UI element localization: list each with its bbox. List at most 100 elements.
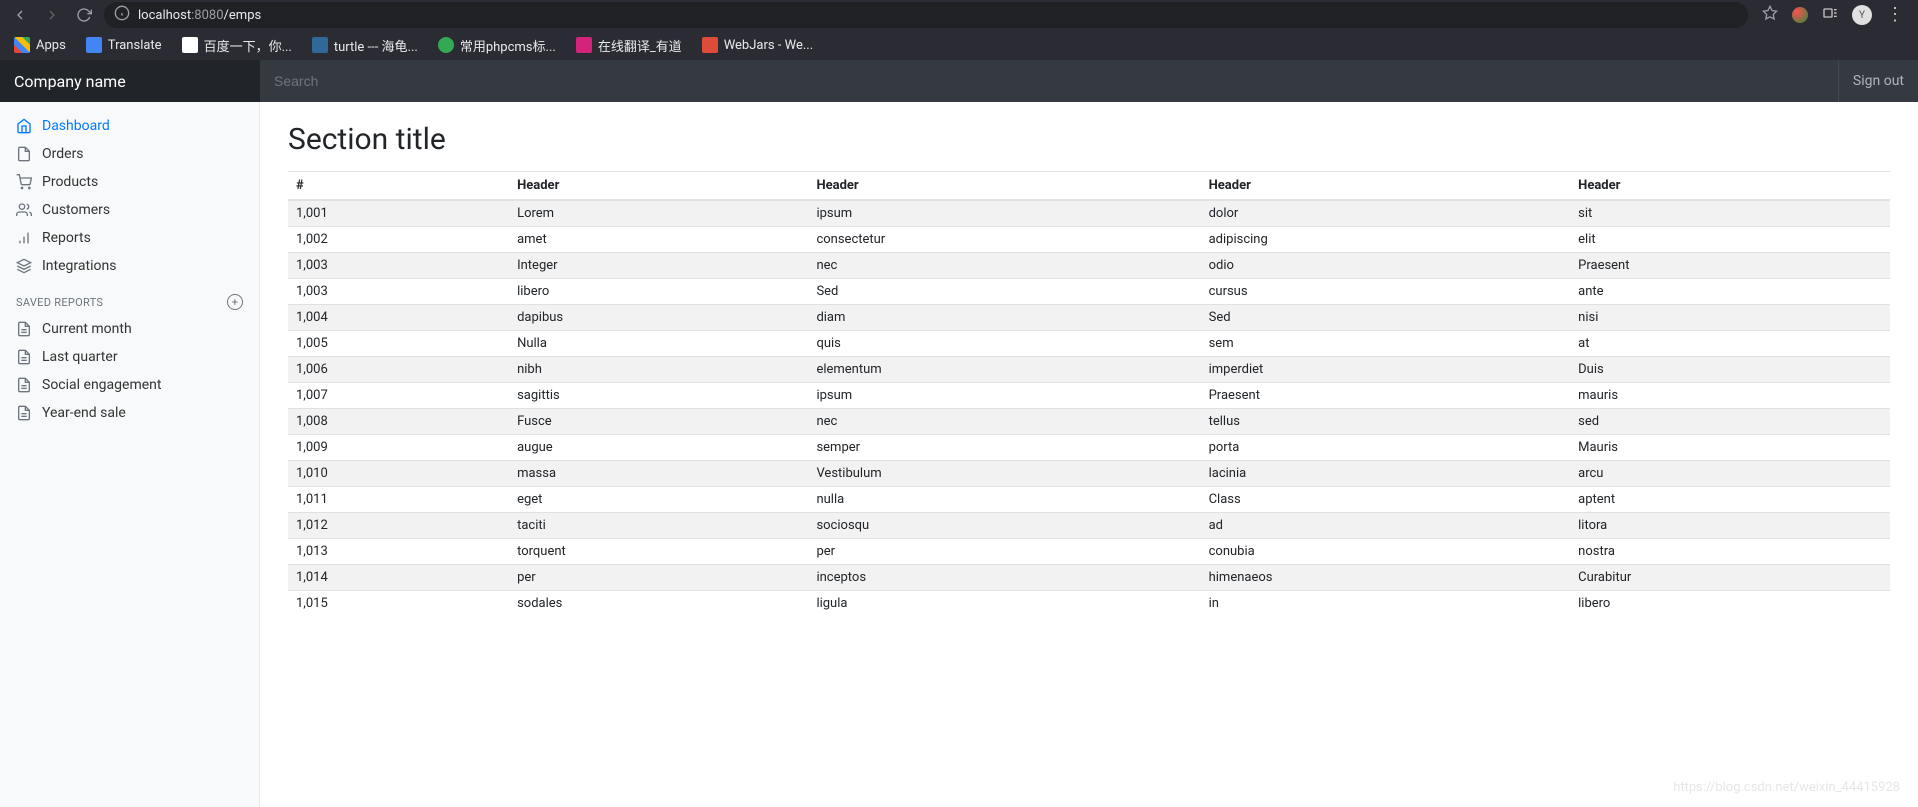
sidebar-item-integrations[interactable]: Integrations — [0, 252, 259, 280]
app: Company name Sign out Dashboard OrdersPro… — [0, 60, 1918, 807]
table-cell: arcu — [1570, 461, 1890, 487]
sidebar-item-dashboard[interactable]: Dashboard — [0, 112, 259, 140]
profile-avatar[interactable]: Y — [1852, 5, 1872, 25]
table-cell: nec — [808, 409, 1200, 435]
table-cell: conubia — [1201, 539, 1571, 565]
table-cell: ipsum — [808, 200, 1200, 227]
sidebar-item-customers[interactable]: Customers — [0, 196, 259, 224]
table-cell: ante — [1570, 279, 1890, 305]
reload-button[interactable] — [72, 3, 96, 27]
bookmark-item[interactable]: Apps — [8, 34, 72, 56]
table-cell: tellus — [1201, 409, 1571, 435]
sidebar-item-label: Dashboard — [42, 118, 110, 134]
table-cell: 1,010 — [288, 461, 509, 487]
table-cell: taciti — [509, 513, 808, 539]
table-row: 1,008Fuscenectellussed — [288, 409, 1890, 435]
table-cell: Sed — [808, 279, 1200, 305]
table-cell: massa — [509, 461, 808, 487]
table-cell: 1,002 — [288, 227, 509, 253]
bookmark-item[interactable]: WebJars - We... — [696, 34, 819, 56]
table-cell: libero — [1570, 591, 1890, 617]
table-cell: nec — [808, 253, 1200, 279]
forward-button[interactable] — [40, 3, 64, 27]
table-cell: dolor — [1201, 200, 1571, 227]
plus-circle-icon[interactable]: + — [227, 294, 243, 310]
home-icon — [16, 118, 32, 134]
main-wrap: Dashboard OrdersProductsCustomers Reports I… — [0, 102, 1918, 807]
table-cell: sed — [1570, 409, 1890, 435]
table-cell: per — [509, 565, 808, 591]
table-cell: 1,007 — [288, 383, 509, 409]
sidebar-item-label: Reports — [42, 230, 91, 246]
bookmark-item[interactable]: 百度一下，你... — [176, 33, 298, 58]
table-cell: 1,008 — [288, 409, 509, 435]
table-cell: Praesent — [1570, 253, 1890, 279]
data-table: #HeaderHeaderHeaderHeader 1,001Loremipsu… — [288, 171, 1890, 616]
table-cell: adipiscing — [1201, 227, 1571, 253]
sidebar-item-reports[interactable]: Reports — [0, 224, 259, 252]
table-cell: ad — [1201, 513, 1571, 539]
star-icon[interactable] — [1762, 5, 1778, 25]
url-path: /emps — [224, 8, 262, 23]
media-icon[interactable] — [1822, 5, 1838, 25]
section-title: Section title — [288, 122, 1890, 157]
table-cell: per — [808, 539, 1200, 565]
saved-report-label: Social engagement — [42, 377, 161, 393]
table-cell: eget — [509, 487, 808, 513]
saved-report-label: Last quarter — [42, 349, 118, 365]
favicon-icon — [438, 37, 454, 53]
saved-reports-label: SAVED REPORTS — [16, 296, 103, 309]
table-cell: elit — [1570, 227, 1890, 253]
table-header: Header — [1201, 172, 1571, 201]
table-cell: 1,009 — [288, 435, 509, 461]
bookmark-item[interactable]: Translate — [80, 34, 168, 56]
table-cell: amet — [509, 227, 808, 253]
sidebar-item-label: Integrations — [42, 258, 116, 274]
cart-icon — [16, 174, 32, 190]
bookmark-item[interactable]: 在线翻译_有道 — [570, 33, 688, 58]
bookmark-item[interactable]: turtle --- 海龟... — [306, 33, 424, 58]
table-cell: 1,004 — [288, 305, 509, 331]
bookmark-label: 在线翻译_有道 — [598, 36, 682, 55]
brand[interactable]: Company name — [0, 60, 260, 102]
table-cell: diam — [808, 305, 1200, 331]
table-cell: 1,012 — [288, 513, 509, 539]
layers-icon — [16, 258, 32, 274]
back-button[interactable] — [8, 3, 32, 27]
signout-link[interactable]: Sign out — [1838, 60, 1918, 102]
table-cell: Praesent — [1201, 383, 1571, 409]
table-cell: augue — [509, 435, 808, 461]
bookmark-label: WebJars - We... — [724, 38, 813, 53]
table-cell: dapibus — [509, 305, 808, 331]
sidebar-item-orders[interactable]: Orders — [0, 140, 259, 168]
sidebar-item-products[interactable]: Products — [0, 168, 259, 196]
table-cell: nostra — [1570, 539, 1890, 565]
table-header: Header — [509, 172, 808, 201]
browser-chrome: localhost:8080/emps Y ⋮ Apps Translate 百度一… — [0, 0, 1918, 60]
table-row: 1,001Loremipsumdolorsit — [288, 200, 1890, 227]
table-cell: 1,001 — [288, 200, 509, 227]
url-bar[interactable]: localhost:8080/emps — [104, 2, 1748, 28]
favicon-icon — [86, 37, 102, 53]
table-row: 1,011egetnullaClassaptent — [288, 487, 1890, 513]
menu-icon[interactable]: ⋮ — [1886, 6, 1904, 24]
users-icon — [16, 202, 32, 218]
bookmark-label: Apps — [36, 38, 66, 53]
search-input[interactable] — [260, 60, 1838, 102]
saved-report-item[interactable]: Social engagement — [0, 371, 259, 399]
table-cell: sociosqu — [808, 513, 1200, 539]
saved-report-item[interactable]: Last quarter — [0, 343, 259, 371]
bookmark-label: 常用phpcms标... — [460, 36, 556, 55]
table-cell: Mauris — [1570, 435, 1890, 461]
table-cell: 1,011 — [288, 487, 509, 513]
table-cell: cursus — [1201, 279, 1571, 305]
table-cell: Nulla — [509, 331, 808, 357]
saved-report-item[interactable]: Current month — [0, 315, 259, 343]
table-row: 1,014perinceptoshimenaeosCurabitur — [288, 565, 1890, 591]
extension-icon[interactable] — [1792, 7, 1808, 23]
saved-report-item[interactable]: Year-end sale — [0, 399, 259, 427]
table-cell: imperdiet — [1201, 357, 1571, 383]
bookmark-label: Translate — [108, 38, 162, 53]
table-cell: 1,015 — [288, 591, 509, 617]
bookmark-item[interactable]: 常用phpcms标... — [432, 33, 562, 58]
